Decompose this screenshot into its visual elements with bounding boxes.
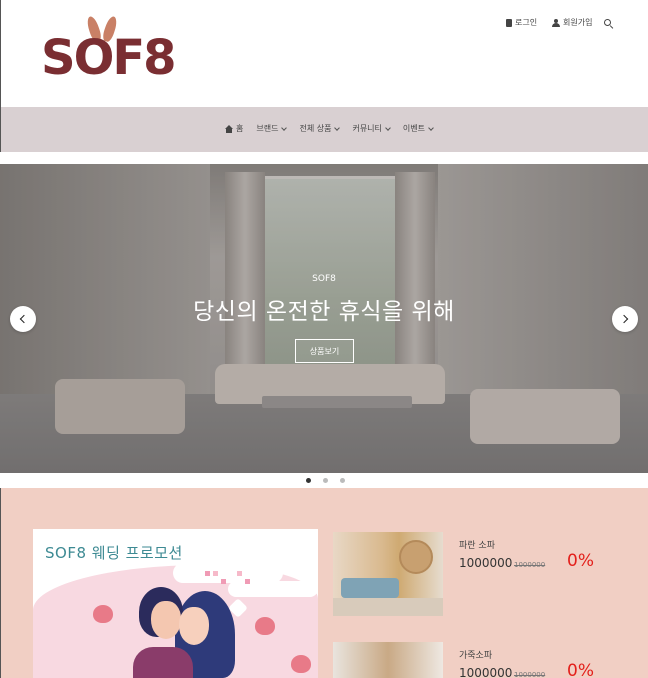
- nav-item-home[interactable]: 홈: [225, 123, 243, 134]
- view-products-button[interactable]: 상품보기: [295, 339, 354, 363]
- product-image-floor: [333, 598, 443, 616]
- banner-title: SOF8 웨딩 프로모션: [45, 544, 183, 562]
- flower-icon: [291, 655, 311, 673]
- product-image-blue-sofa[interactable]: [333, 532, 443, 616]
- flower-icon: [255, 617, 275, 635]
- product-discount: 0%: [567, 551, 594, 571]
- banner-confetti: [237, 571, 242, 576]
- signup-link[interactable]: 회원가입: [552, 17, 592, 28]
- banner-illustration-woman-face: [179, 607, 209, 645]
- slider-next-button[interactable]: [612, 306, 638, 332]
- nav-item-community[interactable]: 커뮤니티: [352, 123, 391, 134]
- main-nav: 홈 브랜드 전체 상품 커뮤니티 이벤트: [0, 107, 648, 152]
- banner-illustration-suit: [133, 647, 193, 678]
- banner-confetti: [221, 579, 226, 584]
- home-icon: [225, 124, 233, 133]
- product-discount: 0%: [567, 661, 594, 678]
- banner-cloud: [173, 563, 283, 583]
- nav-item-label: 전체 상품: [299, 124, 332, 133]
- nav-item-label: 브랜드: [256, 124, 279, 133]
- signup-label: 회원가입: [563, 18, 593, 27]
- nav-item-label: 이벤트: [402, 124, 425, 133]
- slider-dots: [306, 478, 345, 483]
- product-image-sofa: [341, 578, 399, 598]
- product-price: 1000000: [459, 666, 513, 678]
- product-image-leather-sofa[interactable]: [333, 642, 443, 678]
- hero-subtitle: SOF8: [312, 274, 336, 284]
- chevron-down-icon: [385, 124, 391, 131]
- hero-slider: SOF8 당신의 온전한 휴식을 위해 상품보기: [0, 164, 648, 473]
- search-icon[interactable]: [604, 19, 611, 26]
- product-image-mirror: [399, 540, 433, 574]
- hero-title: 당신의 온전한 휴식을 위해: [193, 299, 455, 325]
- nav-item-all-products[interactable]: 전체 상품: [299, 123, 341, 134]
- site-logo[interactable]: SOF8: [41, 14, 181, 86]
- banner-confetti: [245, 579, 250, 584]
- nav-item-event[interactable]: 이벤트: [402, 123, 434, 134]
- product-original-price: 1000000: [514, 561, 546, 569]
- login-label: 로그인: [515, 18, 538, 27]
- promo-section: SOF8 웨딩 프로모션 파란 소파 1000000 1000000 0% 가죽…: [0, 488, 648, 678]
- nav-list: 홈 브랜드 전체 상품 커뮤니티 이벤트: [225, 123, 434, 134]
- user-plus-icon: [552, 18, 560, 27]
- chevron-down-icon: [281, 124, 288, 131]
- slider-dot-1[interactable]: [306, 478, 311, 483]
- banner-confetti: [213, 571, 218, 576]
- banner-confetti: [205, 571, 210, 576]
- product-original-price: 1000000: [514, 671, 546, 678]
- site-header: SOF8 로그인 회원가입: [0, 0, 648, 107]
- product-name[interactable]: 가죽소파: [459, 648, 492, 661]
- product-name[interactable]: 파란 소파: [459, 538, 495, 551]
- flower-icon: [93, 605, 113, 623]
- slider-dot-2[interactable]: [323, 478, 328, 483]
- banner-illustration-man-face: [151, 601, 181, 639]
- slider-dot-3[interactable]: [340, 478, 345, 483]
- login-link[interactable]: 로그인: [506, 17, 537, 28]
- logo-text: SOF8: [41, 30, 177, 86]
- nav-item-label: 홈: [236, 124, 244, 133]
- product-price: 1000000: [459, 556, 513, 570]
- chevron-down-icon: [334, 124, 341, 131]
- wedding-promo-banner[interactable]: SOF8 웨딩 프로모션: [33, 529, 318, 678]
- document-icon: [506, 18, 512, 27]
- banner-cloud: [228, 581, 318, 597]
- slider-prev-button[interactable]: [10, 306, 36, 332]
- nav-item-label: 커뮤니티: [352, 124, 382, 133]
- nav-item-brand[interactable]: 브랜드: [256, 123, 288, 134]
- chevron-down-icon: [428, 124, 434, 131]
